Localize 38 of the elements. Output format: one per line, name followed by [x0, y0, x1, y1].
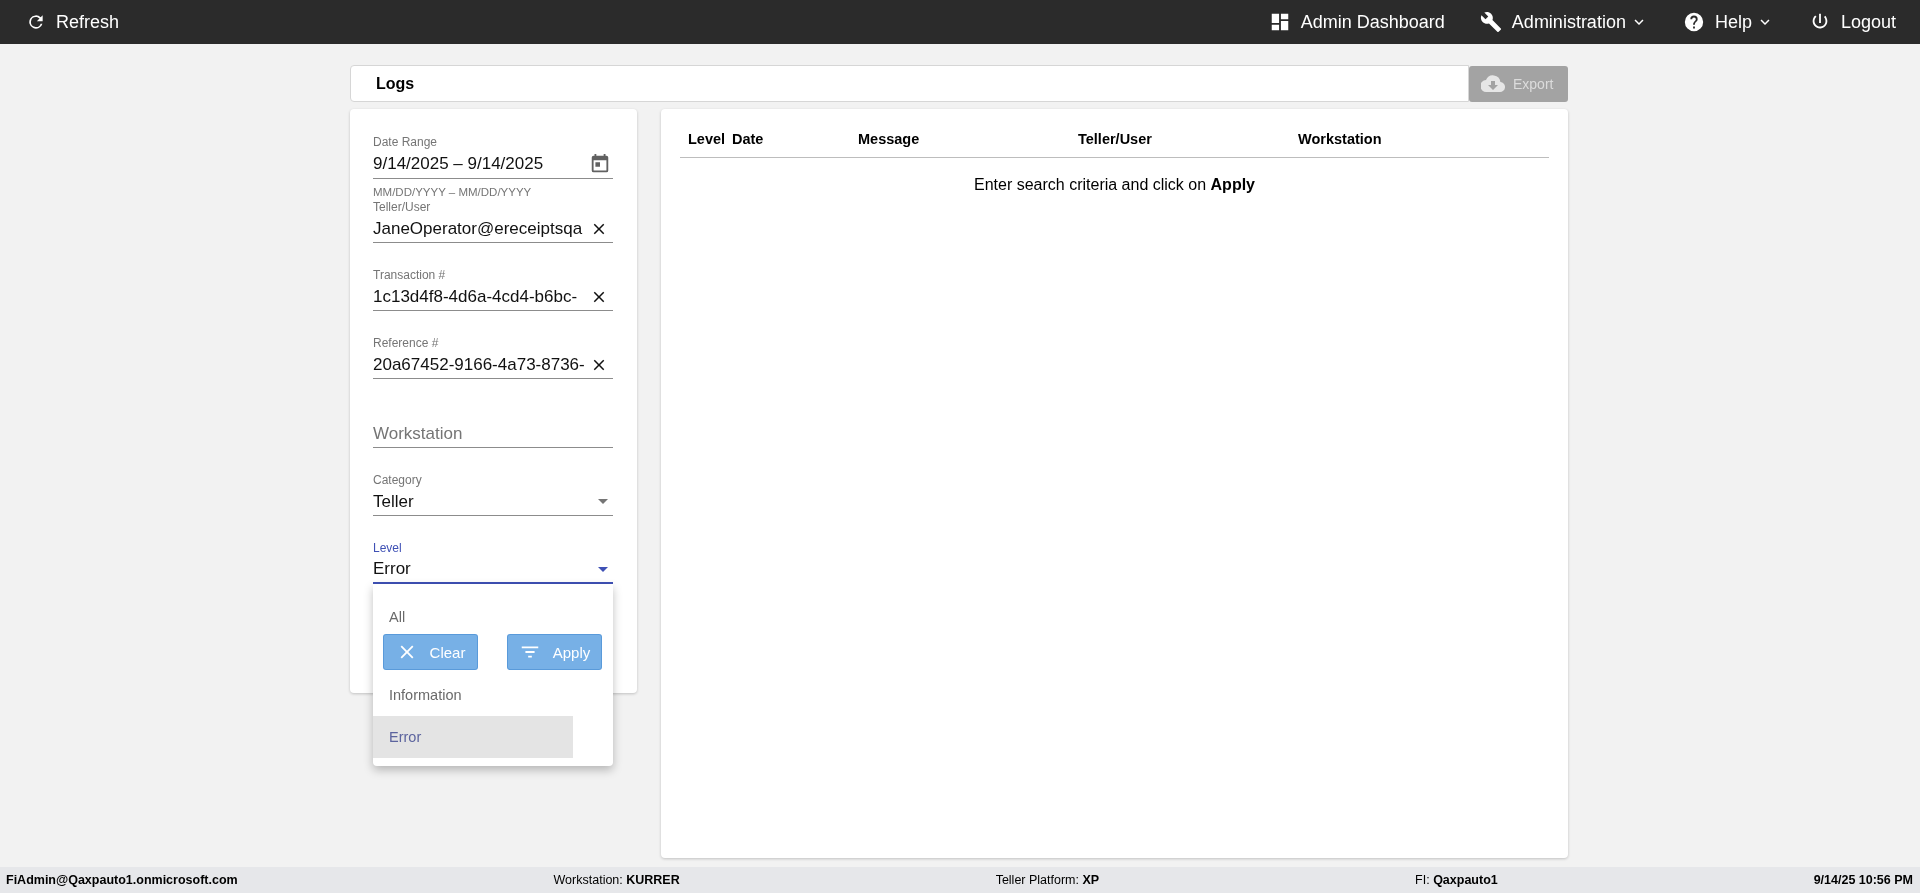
help-icon [1682, 11, 1705, 33]
date-range-field[interactable]: 9/14/2025 – 9/14/2025 [373, 150, 613, 179]
nav-link[interactable]: Logout [1808, 0, 1896, 44]
helper-text: MM/DD/YYYY – MM/DD/YYYY [373, 186, 533, 200]
wrench-icon [1479, 11, 1502, 33]
status-item: Workstation: KURRER [553, 873, 680, 887]
calendar-icon [589, 153, 611, 175]
column-header: Workstation [1298, 131, 1383, 147]
input-field[interactable]: 20a67452-9166-4a73-8736- [373, 351, 613, 379]
status-item: Teller Platform: XP [995, 873, 1100, 887]
field-label: Level [373, 541, 403, 556]
refresh-button[interactable]: Refresh [26, 0, 120, 44]
nav-link[interactable]: Admin Dashboard [1268, 0, 1445, 44]
field-label: Reference # [373, 336, 440, 351]
field-label: Category [373, 473, 423, 488]
input-field[interactable]: 1c13d4f8-4d6a-4cd4-b6bc- [373, 283, 613, 311]
dropdown-arrow-icon [598, 499, 608, 504]
empty-message: Enter search criteria and click on Apply [973, 176, 1256, 194]
nav-link[interactable]: Help [1682, 0, 1774, 44]
column-header: Teller/User [1078, 131, 1153, 147]
refresh-icon [26, 12, 46, 32]
field-label: Date Range [373, 135, 439, 150]
status-item: 9/14/25 10:56 PM [1813, 873, 1913, 887]
status-item: FI: Qaxpauto1 [1415, 873, 1498, 887]
nav-link[interactable]: Administration [1479, 0, 1648, 44]
column-header: Date [732, 131, 765, 147]
field-label: Teller/User [373, 200, 432, 215]
dropdown-arrow-icon [598, 566, 608, 572]
dropdown-option[interactable]: Information [373, 674, 573, 716]
input-field[interactable]: JaneOperator@ereceiptsqa [373, 215, 613, 243]
page-title: Logs [376, 74, 415, 93]
column-header: Message [858, 131, 921, 147]
dropdown-option[interactable]: Error [373, 716, 573, 758]
column-header: Level [688, 131, 727, 147]
status-item: FiAdmin@Qaxpauto1.onmicrosoft.com [6, 873, 238, 887]
input-field[interactable]: Workstation [373, 420, 613, 448]
field-label: Transaction # [373, 268, 447, 283]
select-field[interactable]: Teller [373, 488, 613, 516]
